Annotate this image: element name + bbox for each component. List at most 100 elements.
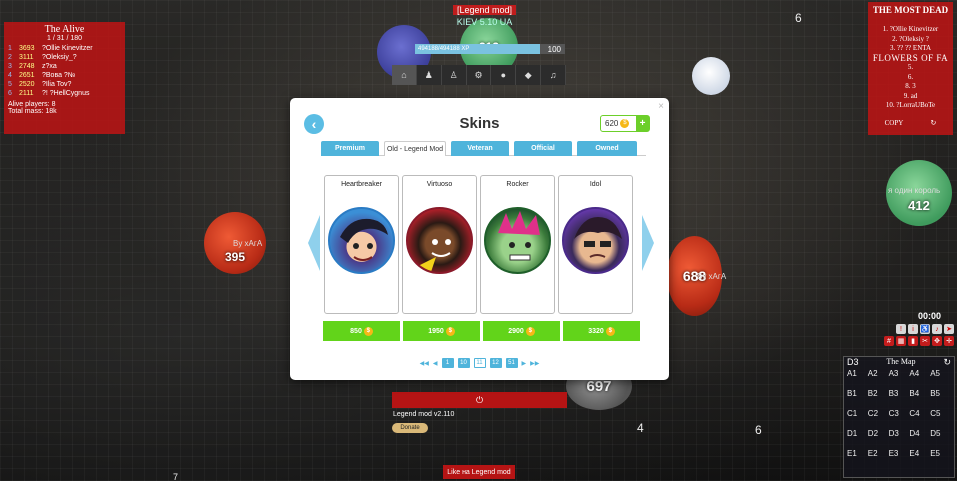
prev-skins-arrow[interactable] (308, 215, 320, 271)
alive-leaderboard: The Alive 1 / 31 / 180 1 3693 ?Ollie Kinev… (4, 22, 125, 134)
page-button[interactable]: 51 (505, 358, 518, 368)
minimap-cell[interactable]: A4 (909, 369, 930, 389)
home-icon[interactable]: ⌂ (392, 65, 417, 85)
minimap-cell[interactable]: D3 (889, 429, 910, 449)
skin-name: Heartbreaker (341, 181, 382, 188)
grid-icon[interactable]: # (884, 336, 894, 346)
tab-official[interactable]: Official (514, 141, 572, 156)
minimap-cell[interactable]: E4 (909, 449, 930, 469)
dead-row: 1. ?Ollie Kinevitzer (882, 25, 939, 33)
scissors-icon[interactable]: ✂ (920, 336, 930, 346)
skins-modal: × ‹ Skins 620 $ + Premium Old - Legend M… (290, 98, 669, 380)
row-name: ?! ?HellCygnus (42, 90, 90, 97)
row-name: ?Ilia Tov? (42, 81, 72, 88)
minimap-cell[interactable]: A2 (868, 369, 889, 389)
donate-button[interactable]: Donate (392, 423, 428, 433)
bell-icon[interactable]: ♪ (932, 324, 942, 334)
minimap-cell[interactable]: E3 (889, 449, 910, 469)
cell-688-by-label: By хАгА (697, 272, 727, 281)
row-rank: 2 (8, 54, 12, 61)
minimap-cell[interactable]: A5 (930, 369, 951, 389)
tab-old-legend-mod[interactable]: Old - Legend Mod (384, 141, 446, 156)
coin-icon: $ (525, 326, 535, 336)
hud-icon-panel: ! i ♿ ♪ ➤ # ▦ ▮ ✂ ✥ ✛ (876, 324, 954, 348)
float-number: 4 (637, 421, 644, 435)
minimap-cell[interactable]: B5 (930, 389, 951, 409)
buy-idol-button[interactable]: 3320 $ (563, 321, 640, 341)
tab-owned[interactable]: Owned (577, 141, 637, 156)
minimap-cell[interactable]: D2 (868, 429, 889, 449)
price: 3320 (588, 327, 604, 335)
buy-rocker-button[interactable]: 2900 $ (483, 321, 560, 341)
next-page-icon[interactable]: ▶ (522, 360, 527, 367)
skin-cards: Heartbreaker Virtuoso Rocker Idol (324, 175, 633, 314)
minimap-cell[interactable]: B3 (889, 389, 910, 409)
telegram-icon[interactable]: ➤ (944, 324, 954, 334)
minimap-cell[interactable]: E1 (847, 449, 868, 469)
minimap-cell[interactable]: D5 (930, 429, 951, 449)
profile-icon[interactable]: ♟ (417, 65, 442, 85)
minimap-cell[interactable]: E2 (868, 449, 889, 469)
hotkeys-icon[interactable]: ◆ (516, 65, 542, 85)
image-icon[interactable]: ▦ (896, 336, 906, 346)
page-button[interactable]: 10 (457, 358, 470, 368)
skin-name: Idol (589, 181, 602, 188)
row-score: 3111 (19, 54, 34, 61)
alive-subtitle: 1 / 31 / 180 (46, 35, 83, 42)
skin-card-heartbreaker[interactable]: Heartbreaker (324, 175, 399, 314)
minimap-cell[interactable]: E5 (930, 449, 951, 469)
music-icon[interactable]: ♫ (541, 65, 567, 85)
skin-card-rocker[interactable]: Rocker (480, 175, 555, 314)
page-button[interactable]: 1 (441, 358, 454, 368)
info-icon[interactable]: i (908, 324, 918, 334)
wheelchair-icon[interactable]: ♿ (920, 324, 930, 334)
cell-412-label: 412 (908, 197, 930, 213)
refresh-icon[interactable]: ↻ (931, 119, 937, 127)
minimap-cell[interactable]: B2 (868, 389, 889, 409)
minimap-cell[interactable]: B4 (909, 389, 930, 409)
page-button-current[interactable]: 11 (473, 358, 486, 368)
minimap-refresh-icon[interactable]: ↻ (943, 357, 951, 368)
buy-heartbreaker-button[interactable]: 850 $ (323, 321, 400, 341)
minimap-cell[interactable]: C2 (868, 409, 889, 429)
close-icon[interactable]: × (658, 101, 664, 112)
skins-icon[interactable]: ♙ (442, 65, 467, 85)
arrows-icon[interactable]: ✥ (932, 336, 942, 346)
minimap-cell[interactable]: C4 (909, 409, 930, 429)
minimap-cell[interactable]: C1 (847, 409, 868, 429)
play-button[interactable]: ⏻ (392, 392, 567, 408)
coin-balance: 620 $ + (600, 115, 650, 132)
add-coins-button[interactable]: + (636, 116, 649, 131)
copy-button[interactable]: COPY (885, 119, 904, 127)
settings-icon[interactable]: ⚙ (467, 65, 492, 85)
minimap-cell[interactable]: A3 (889, 369, 910, 389)
warning-icon[interactable]: ! (896, 324, 906, 334)
minimap[interactable]: D3 The Map ↻ A1 A2 A3 A4 A5 B1 B2 B3 B4 B5 C1 C2 C3 C… (843, 356, 955, 478)
minimap-cell[interactable]: D4 (909, 429, 930, 449)
minimap-cell[interactable]: A1 (847, 369, 868, 389)
tab-veteran[interactable]: Veteran (451, 141, 509, 156)
page-button[interactable]: 12 (489, 358, 502, 368)
last-page-icon[interactable]: ▶▶ (530, 360, 539, 367)
minimap-cell[interactable]: C5 (930, 409, 951, 429)
alive-title: The Alive (44, 24, 85, 35)
buy-virtuoso-button[interactable]: 1950 $ (403, 321, 480, 341)
tab-premium[interactable]: Premium (321, 141, 379, 156)
theme-icon[interactable]: ● (491, 65, 517, 85)
next-skins-arrow[interactable] (642, 215, 654, 271)
crosshair-icon[interactable]: ✛ (944, 336, 954, 346)
minimap-cell[interactable]: B1 (847, 389, 868, 409)
skin-card-idol[interactable]: Idol (558, 175, 633, 314)
first-page-icon[interactable]: ◀◀ (420, 360, 429, 367)
like-bar[interactable]: Like на Legend mod (443, 465, 515, 479)
skin-card-virtuoso[interactable]: Virtuoso (402, 175, 477, 314)
leaderboard-row: 5 2520 ?Ilia Tov? (8, 80, 121, 89)
chart-icon[interactable]: ▮ (908, 336, 918, 346)
minimap-cell[interactable]: C3 (889, 409, 910, 429)
leaderboard-row: 6 2111 ?! ?HellCygnus (8, 89, 121, 98)
prev-page-icon[interactable]: ◀ (433, 360, 438, 367)
minimap-cell[interactable]: D1 (847, 429, 868, 449)
dead-row: 2. ?Oleksiy ? (892, 34, 929, 43)
total-mass: Total mass: 18k (8, 108, 57, 115)
server-label: KIEV 5.10 UA (456, 17, 513, 27)
